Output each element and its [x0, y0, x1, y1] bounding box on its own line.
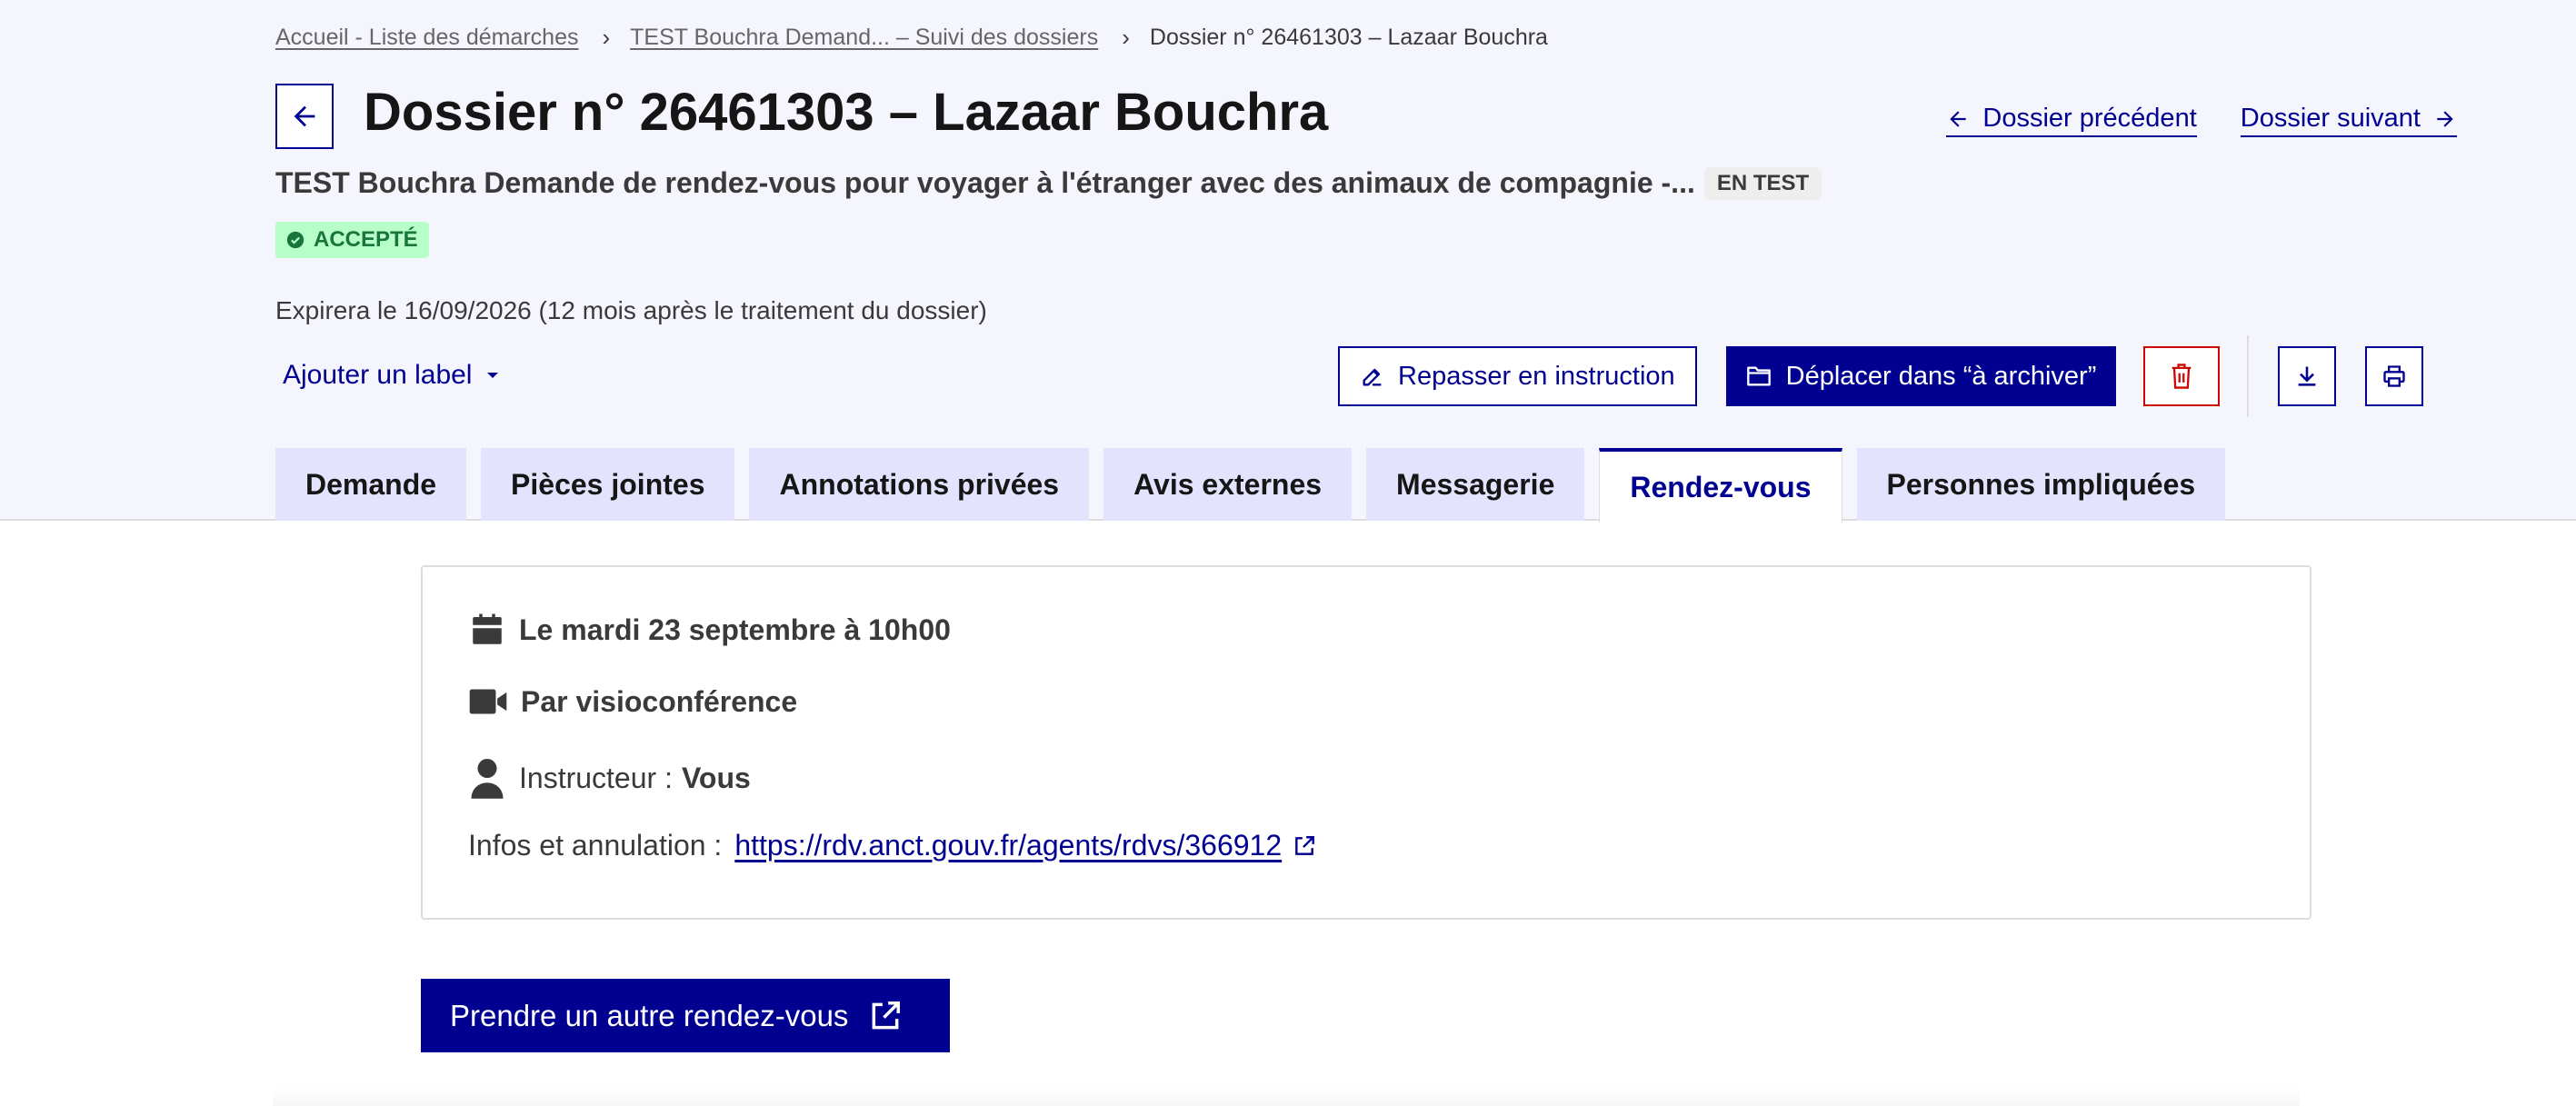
- download-icon: [2299, 366, 2316, 386]
- user-icon: [471, 759, 504, 799]
- dossier-tabs: Demande Pièces jointes Annotations privé…: [275, 448, 2226, 523]
- tab-pieces-jointes[interactable]: Pièces jointes: [481, 448, 735, 521]
- dossier-header: [0, 0, 2576, 521]
- appointment-info-row: Infos et annulation : https://rdv.anct.g…: [468, 829, 1316, 862]
- appointment-link-text: https://rdv.anct.gouv.fr/agents/rdvs/366…: [734, 829, 1283, 862]
- arrow-right-icon: [2437, 110, 2453, 127]
- tab-annotations-privees[interactable]: Annotations privées: [749, 448, 1090, 521]
- breadcrumb-procedure-link[interactable]: TEST Bouchra Demand... – Suivi des dossi…: [630, 25, 1098, 51]
- actions-divider: [2247, 335, 2250, 417]
- reinstruct-label: Repasser en instruction: [1398, 361, 1675, 391]
- delete-button[interactable]: [2143, 346, 2221, 406]
- test-tag: EN TEST: [1703, 166, 1822, 200]
- tab-demande[interactable]: Demande: [275, 448, 467, 521]
- status-label: ACCEPTÉ: [314, 227, 418, 252]
- dossier-navigation: Dossier précédent Dossier suivant: [1946, 104, 2457, 137]
- info-prefix: Infos et annulation :: [468, 829, 723, 862]
- appointment-instructor-row: Instructeur : Vous: [468, 756, 751, 800]
- appointment-date: Le mardi 23 septembre à 10h00: [519, 613, 951, 646]
- new-appointment-button[interactable]: Prendre un autre rendez-vous: [421, 979, 950, 1052]
- appointment-card: Le mardi 23 septembre à 10h00 Par visioc…: [421, 565, 2311, 920]
- footer-edge: [273, 1087, 2300, 1106]
- arrow-left-icon: [1950, 110, 1967, 127]
- move-to-archive-label: Déplacer dans “à archiver”: [1785, 361, 2097, 391]
- new-appointment-label: Prendre un autre rendez-vous: [450, 998, 849, 1032]
- caret-down-icon: [487, 373, 499, 378]
- next-dossier-label: Dossier suivant: [2240, 104, 2421, 133]
- move-to-archive-button[interactable]: Déplacer dans “à archiver”: [1725, 346, 2117, 406]
- breadcrumb: Accueil - Liste des démarches › TEST Bou…: [275, 24, 1548, 52]
- expiration-notice: Expirera le 16/09/2026 (12 mois après le…: [275, 296, 987, 324]
- appointment-mode: Par visioconférence: [521, 684, 798, 718]
- breadcrumb-current: Dossier n° 26461303 – Lazaar Bouchra: [1149, 25, 1548, 50]
- video-camera-icon: [469, 689, 507, 714]
- calendar-icon: [473, 613, 502, 644]
- chevron-right-icon: ›: [1122, 24, 1130, 51]
- printer-icon: [2383, 365, 2406, 387]
- external-link-icon: [873, 1001, 901, 1029]
- appointment-link[interactable]: https://rdv.anct.gouv.fr/agents/rdvs/366…: [734, 829, 1316, 862]
- instructor-prefix: Instructeur :: [519, 761, 673, 794]
- folder-icon: [1746, 366, 1771, 386]
- status-badge: ACCEPTÉ: [275, 222, 429, 258]
- appointment-mode-row: Par visioconférence: [468, 683, 797, 720]
- previous-dossier-link[interactable]: Dossier précédent: [1946, 104, 2197, 137]
- reinstruct-button[interactable]: Repasser en instruction: [1338, 346, 1697, 406]
- tab-rendez-vous[interactable]: Rendez-vous: [1599, 448, 1842, 523]
- breadcrumb-home-link[interactable]: Accueil - Liste des démarches: [275, 25, 578, 51]
- pencil-icon: [1363, 368, 1382, 386]
- arrow-left-icon: [294, 105, 315, 127]
- external-link-icon: [1295, 835, 1315, 855]
- add-label-text: Ajouter un label: [283, 360, 473, 390]
- procedure-subtitle: TEST Bouchra Demande de rendez-vous pour…: [275, 166, 1822, 200]
- dossier-actions: Repasser en instruction Déplacer dans “à…: [1338, 335, 2424, 417]
- chevron-right-icon: ›: [602, 24, 611, 51]
- procedure-title: TEST Bouchra Demande de rendez-vous pour…: [275, 166, 1695, 199]
- tab-personnes-impliquees[interactable]: Personnes impliquées: [1856, 448, 2226, 521]
- print-button[interactable]: [2365, 346, 2424, 406]
- check-circle-icon: [286, 231, 305, 249]
- back-button[interactable]: [275, 84, 334, 149]
- tab-avis-externes[interactable]: Avis externes: [1103, 448, 1353, 521]
- instructor-name: Vous: [681, 761, 751, 794]
- trash-icon: [2172, 364, 2192, 389]
- page-title: Dossier n° 26461303 – Lazaar Bouchra: [364, 83, 1329, 142]
- appointment-date-row: Le mardi 23 septembre à 10h00: [468, 611, 951, 649]
- tab-messagerie[interactable]: Messagerie: [1366, 448, 1585, 521]
- download-button[interactable]: [2278, 346, 2337, 406]
- previous-dossier-label: Dossier précédent: [1982, 104, 2197, 133]
- next-dossier-link[interactable]: Dossier suivant: [2240, 104, 2457, 137]
- add-label-button[interactable]: Ajouter un label: [283, 360, 501, 391]
